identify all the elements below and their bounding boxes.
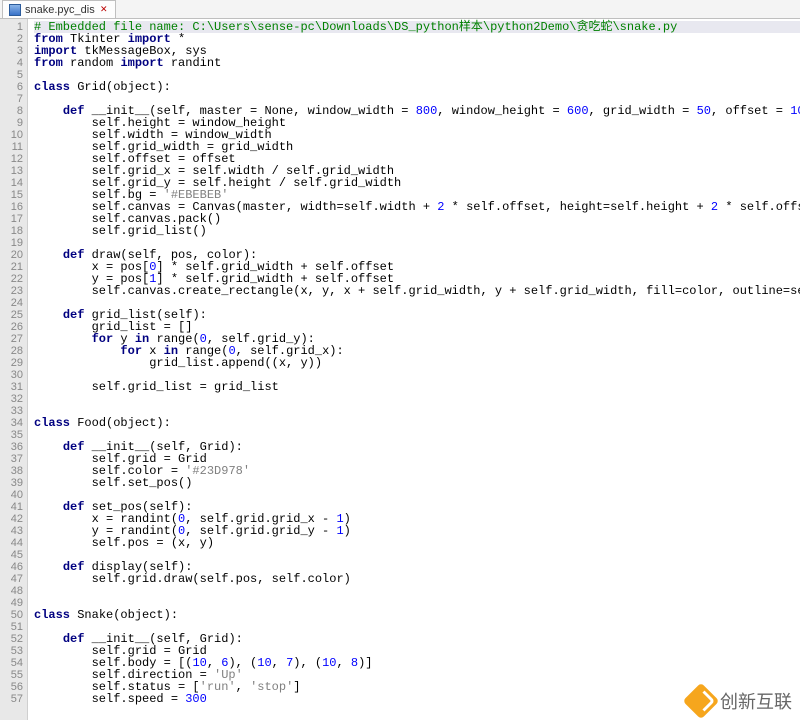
line-number: 42 xyxy=(0,513,23,525)
file-icon xyxy=(9,4,21,16)
line-number: 53 xyxy=(0,645,23,657)
line-number: 49 xyxy=(0,597,23,609)
line-number: 7 xyxy=(0,93,23,105)
line-number: 15 xyxy=(0,189,23,201)
line-number: 36 xyxy=(0,441,23,453)
line-number: 52 xyxy=(0,633,23,645)
code-line: class Food(object): xyxy=(34,417,800,429)
line-number: 27 xyxy=(0,333,23,345)
line-number: 55 xyxy=(0,669,23,681)
line-number: 46 xyxy=(0,561,23,573)
line-number: 23 xyxy=(0,285,23,297)
tab-label: snake.pyc_dis xyxy=(25,4,95,16)
line-number: 30 xyxy=(0,369,23,381)
line-number: 13 xyxy=(0,165,23,177)
line-number: 11 xyxy=(0,141,23,153)
code-line: self.grid_list() xyxy=(34,225,800,237)
line-number: 19 xyxy=(0,237,23,249)
line-number: 21 xyxy=(0,261,23,273)
logo-text: 创新互联 xyxy=(720,688,792,714)
line-number: 34 xyxy=(0,417,23,429)
line-number: 35 xyxy=(0,429,23,441)
line-number: 4 xyxy=(0,57,23,69)
line-number: 24 xyxy=(0,297,23,309)
line-number: 47 xyxy=(0,573,23,585)
close-icon[interactable]: ✕ xyxy=(99,5,109,15)
line-number: 38 xyxy=(0,465,23,477)
code-line xyxy=(34,393,800,405)
line-number: 33 xyxy=(0,405,23,417)
watermark-logo: 创新互联 xyxy=(688,688,792,714)
line-number: 56 xyxy=(0,681,23,693)
line-number: 50 xyxy=(0,609,23,621)
code-line: from random import randint xyxy=(34,57,800,69)
line-number: 26 xyxy=(0,321,23,333)
line-number: 39 xyxy=(0,477,23,489)
line-number: 54 xyxy=(0,657,23,669)
code-content[interactable]: # Embedded file name: C:\Users\sense-pc\… xyxy=(28,19,800,720)
line-number: 44 xyxy=(0,537,23,549)
line-number: 17 xyxy=(0,213,23,225)
line-number: 3 xyxy=(0,45,23,57)
code-line xyxy=(34,585,800,597)
tab-bar: snake.pyc_dis ✕ xyxy=(0,0,800,19)
line-number: 48 xyxy=(0,585,23,597)
line-number: 2 xyxy=(0,33,23,45)
logo-icon xyxy=(683,683,720,720)
code-line: self.grid_list = grid_list xyxy=(34,381,800,393)
line-number: 45 xyxy=(0,549,23,561)
line-number: 28 xyxy=(0,345,23,357)
code-line: self.grid.draw(self.pos, self.color) xyxy=(34,573,800,585)
line-number: 43 xyxy=(0,525,23,537)
line-number-gutter: 1234567891011121314151617181920212223242… xyxy=(0,19,28,720)
line-number: 20 xyxy=(0,249,23,261)
code-line: self.canvas.create_rectangle(x, y, x + s… xyxy=(34,285,800,297)
line-number: 29 xyxy=(0,357,23,369)
code-line: self.pos = (x, y) xyxy=(34,537,800,549)
code-line: self.set_pos() xyxy=(34,477,800,489)
line-number: 40 xyxy=(0,489,23,501)
line-number: 51 xyxy=(0,621,23,633)
line-number: 41 xyxy=(0,501,23,513)
code-line: class Grid(object): xyxy=(34,81,800,93)
line-number: 6 xyxy=(0,81,23,93)
line-number: 31 xyxy=(0,381,23,393)
line-number: 57 xyxy=(0,693,23,705)
line-number: 12 xyxy=(0,153,23,165)
line-number: 10 xyxy=(0,129,23,141)
line-number: 8 xyxy=(0,105,23,117)
line-number: 22 xyxy=(0,273,23,285)
line-number: 32 xyxy=(0,393,23,405)
line-number: 1 xyxy=(0,21,23,33)
code-line: class Snake(object): xyxy=(34,609,800,621)
line-number: 14 xyxy=(0,177,23,189)
line-number: 5 xyxy=(0,69,23,81)
file-tab[interactable]: snake.pyc_dis ✕ xyxy=(2,0,116,18)
line-number: 25 xyxy=(0,309,23,321)
line-number: 37 xyxy=(0,453,23,465)
line-number: 18 xyxy=(0,225,23,237)
line-number: 9 xyxy=(0,117,23,129)
line-number: 16 xyxy=(0,201,23,213)
code-line: grid_list.append((x, y)) xyxy=(34,357,800,369)
editor-area: 1234567891011121314151617181920212223242… xyxy=(0,19,800,720)
